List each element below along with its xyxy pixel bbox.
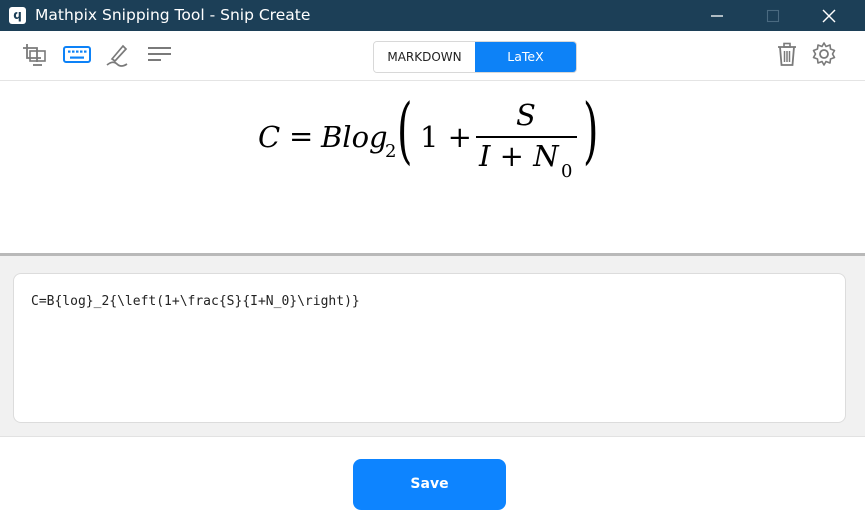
- latex-mode-button[interactable]: LaTeX: [475, 42, 576, 72]
- keyboard-icon: [63, 46, 91, 63]
- list-button[interactable]: [145, 40, 175, 70]
- draw-button[interactable]: [103, 40, 133, 70]
- maximize-icon: [766, 9, 780, 23]
- gear-icon: [812, 42, 836, 66]
- settings-button[interactable]: [810, 40, 840, 70]
- formula-preview: C = Blog 2 ( 1 + S I + N 0 ): [0, 81, 865, 253]
- mathpix-logo-icon: ϥ: [9, 7, 26, 24]
- close-button[interactable]: [806, 0, 852, 31]
- formula-blog: Blog: [321, 120, 388, 154]
- formula-right-paren: ): [583, 88, 599, 172]
- markdown-mode-button[interactable]: MARKDOWN: [374, 42, 475, 72]
- keyboard-button[interactable]: [62, 40, 92, 70]
- editor-panel: C=B{log}_2{\left(1+\frac{S}{I+N_0}\right…: [0, 256, 865, 437]
- latex-source-text[interactable]: C=B{log}_2{\left(1+\frac{S}{I+N_0}\right…: [31, 294, 360, 309]
- draw-icon: [106, 44, 128, 67]
- toolbar: MARKDOWN LaTeX: [0, 31, 865, 81]
- latex-editor[interactable]: C=B{log}_2{\left(1+\frac{S}{I+N_0}\right…: [13, 273, 846, 423]
- minimize-icon: [711, 15, 723, 17]
- maximize-button[interactable]: [750, 0, 796, 31]
- rendered-formula: C = Blog 2 ( 1 + S I + N 0 ): [256, 88, 616, 185]
- formula-denominator-subscript: 0: [561, 161, 573, 182]
- formula-one-plus: 1 +: [420, 120, 472, 154]
- formula-lhs: C: [258, 120, 281, 154]
- formula-log-subscript: 2: [385, 141, 397, 162]
- output-mode-toggle: MARKDOWN LaTeX: [373, 41, 577, 73]
- window-title: Mathpix Snipping Tool - Snip Create: [35, 6, 311, 24]
- title-bar: ϥ Mathpix Snipping Tool - Snip Create: [0, 0, 865, 31]
- snip-button[interactable]: [21, 40, 51, 70]
- formula-fraction-bar: [476, 136, 577, 138]
- close-icon: [822, 9, 836, 23]
- list-icon: [148, 47, 171, 61]
- snip-icon: [23, 44, 46, 66]
- trash-icon: [778, 42, 796, 66]
- formula-numerator: S: [516, 98, 536, 132]
- delete-button[interactable]: [774, 40, 804, 70]
- formula-left-paren: (: [397, 88, 413, 172]
- minimize-button[interactable]: [694, 0, 740, 31]
- formula-equals: =: [289, 119, 314, 153]
- save-button[interactable]: Save: [353, 459, 506, 510]
- formula-denominator: I + N: [479, 139, 559, 173]
